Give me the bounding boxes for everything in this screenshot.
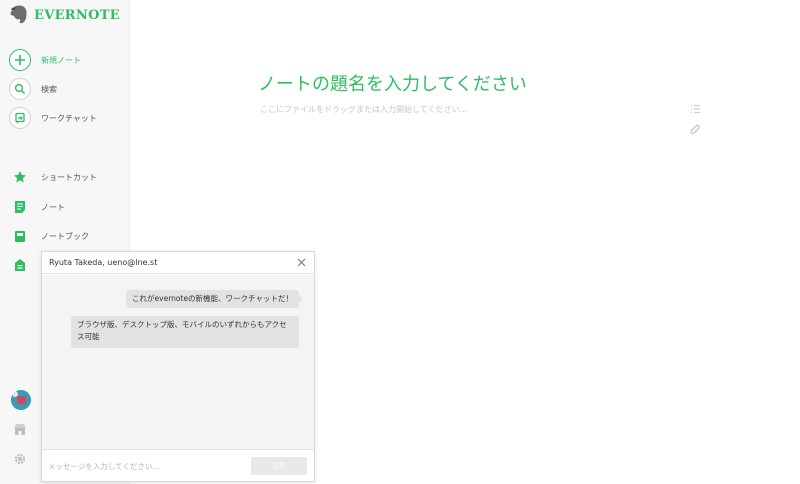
notebook-icon [9,225,31,247]
avatar[interactable] [11,390,31,410]
new-note-label: 新規ノート [41,55,81,65]
sidebar-item-tags[interactable] [9,254,41,276]
chat-message-sent: これがevernoteの新機能、ワークチャットだ！ [126,290,303,308]
work-chat-label: ワークチャット [41,113,97,123]
note-body-input[interactable]: ここにファイルをドラッグまたは入力開始してください... [260,104,467,115]
work-chat-button[interactable]: ワークチャット [9,107,97,129]
close-icon[interactable] [295,257,307,269]
avatar-icon [11,390,31,410]
settings-button[interactable] [9,448,31,470]
search-label: 検索 [41,84,57,94]
chat-messages: これがevernoteの新機能、ワークチャットだ！ ブラウザ版、デスクトップ版、… [42,275,314,450]
new-note-button[interactable]: 新規ノート [9,49,81,71]
sidebar-item-label: ノート [41,202,65,212]
sidebar-item-shortcuts[interactable]: ショートカット [9,166,97,188]
brand-name: EVERNOTE [34,7,120,23]
sidebar-item-label: ショートカット [41,172,97,182]
elephant-logo-icon [10,5,27,24]
chat-header: Ryuta Takeda, ueno@lne.st [42,252,314,274]
sidebar-item-notebooks[interactable]: ノートブック [9,225,89,247]
send-button[interactable]: 送信 [251,457,307,475]
brand[interactable]: EVERNOTE [10,5,120,25]
sidebar-item-notes[interactable]: ノート [9,196,65,218]
sidebar-item-label: ノートブック [41,231,89,241]
note-icon [9,196,31,218]
market-icon [9,418,31,440]
search-button[interactable]: 検索 [9,78,57,100]
work-chat-panel: Ryuta Takeda, ueno@lne.st これがevernoteの新機… [41,251,315,482]
chat-input-row: 送信 [42,449,314,481]
note-title-input[interactable]: ノートの題名を入力してください [258,70,527,96]
settings-icon [9,448,31,470]
work-chat-icon [9,107,31,129]
chat-message-received: ブラウザ版、デスクトップ版、モバイルのいずれからもアクセス可能 [71,316,299,348]
attachment-icon[interactable] [688,121,702,135]
evernote-app: EVERNOTE 新規ノート 検索 ワークチャット ショートカット ノート ノー… [0,0,800,484]
star-icon [9,166,31,188]
search-icon [9,78,31,100]
list-format-icon[interactable] [688,102,702,116]
plus-icon [9,49,31,71]
chat-title: Ryuta Takeda, ueno@lne.st [49,258,158,267]
message-input[interactable] [48,459,238,473]
market-button[interactable] [9,418,31,440]
tag-icon [9,254,31,276]
